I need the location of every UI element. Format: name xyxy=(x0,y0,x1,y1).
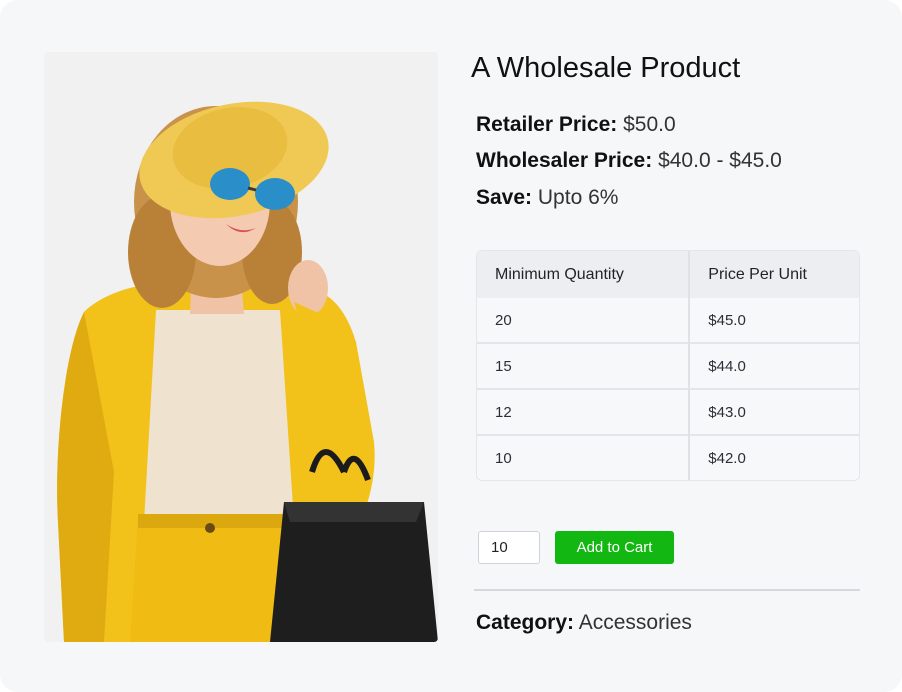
retailer-price: Retailer Price: $50.0 xyxy=(476,113,676,137)
table-row: 20 $45.0 xyxy=(477,298,859,342)
table-row: 12 $43.0 xyxy=(477,388,859,434)
tier-price: $42.0 xyxy=(688,434,859,480)
wholesaler-price-value: $40.0 - $45.0 xyxy=(658,149,782,172)
tier-pricing-table: Minimum Quantity Price Per Unit 20 $45.0… xyxy=(476,250,860,481)
tier-price: $45.0 xyxy=(688,298,859,342)
tier-quantity: 15 xyxy=(477,342,689,388)
product-card: A Wholesale Product Retailer Price: $50.… xyxy=(0,0,902,692)
add-to-cart-button[interactable]: Add to Cart xyxy=(555,531,674,564)
product-image xyxy=(44,52,438,642)
divider xyxy=(474,589,860,591)
save-label: Save: xyxy=(476,186,533,209)
table-row: 10 $42.0 xyxy=(477,434,859,480)
product-category: Category: Accessories xyxy=(476,611,692,635)
header-minimum-quantity: Minimum Quantity xyxy=(477,251,689,298)
tier-quantity: 20 xyxy=(495,311,512,329)
retailer-price-label: Retailer Price: xyxy=(476,113,618,136)
wholesaler-price-label: Wholesaler Price: xyxy=(476,149,653,172)
retailer-price-value: $50.0 xyxy=(623,113,676,136)
save-info: Save: Upto 6% xyxy=(476,186,618,210)
quantity-input[interactable] xyxy=(478,531,540,564)
tier-quantity: 12 xyxy=(477,388,689,434)
table-row: 15 $44.0 xyxy=(477,342,859,388)
tier-price: $44.0 xyxy=(688,342,859,388)
header-price-per-unit: Price Per Unit xyxy=(688,251,859,298)
tier-price: $43.0 xyxy=(688,388,859,434)
product-photo-illustration xyxy=(44,52,438,642)
tier-quantity: 10 xyxy=(477,434,689,480)
category-value: Accessories xyxy=(578,611,692,634)
product-title: A Wholesale Product xyxy=(471,52,741,84)
table-header-row: Minimum Quantity Price Per Unit xyxy=(477,251,859,298)
save-value: Upto 6% xyxy=(537,186,619,209)
wholesaler-price: Wholesaler Price: $40.0 - $45.0 xyxy=(476,149,782,173)
category-label: Category: xyxy=(476,611,575,634)
